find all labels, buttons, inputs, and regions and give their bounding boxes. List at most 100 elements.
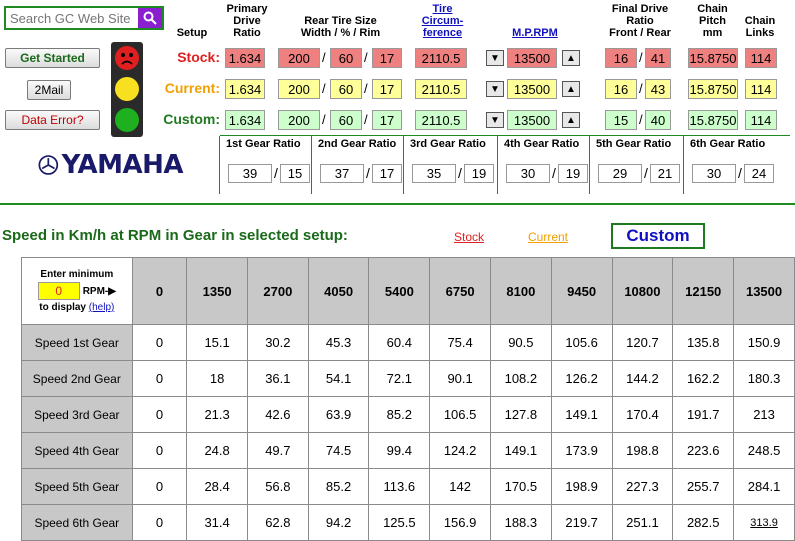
speed-cell: 124.2 bbox=[429, 432, 491, 469]
rpm-header-cell: 5400 bbox=[368, 257, 431, 325]
help-link[interactable]: (help) bbox=[89, 302, 115, 313]
custom-tire-percent[interactable]: 60 bbox=[330, 110, 362, 130]
speed-cell: 125.5 bbox=[368, 504, 431, 541]
current-rear-sprocket[interactable]: 43 bbox=[645, 79, 671, 99]
rpm-down-arrow-icon[interactable]: ▼ bbox=[486, 50, 504, 66]
speed-cell: 127.8 bbox=[489, 396, 552, 433]
rear-tire-subheader: Width / % / Rim bbox=[300, 27, 381, 39]
speed-cell: 56.8 bbox=[246, 468, 309, 505]
speed-cell: 24.8 bbox=[186, 432, 248, 469]
get-started-button[interactable]: Get Started bbox=[5, 48, 100, 68]
rpm-down-arrow-icon[interactable]: ▼ bbox=[486, 112, 504, 128]
gear-5-teeth-b[interactable]: 21 bbox=[650, 164, 680, 183]
gear-6-teeth-a[interactable]: 30 bbox=[692, 164, 736, 183]
mail-button[interactable]: 2Mail bbox=[27, 80, 71, 100]
table-row: Speed 4th Gear 0 24.8 49.7 74.5 99.4 124.2 149.… bbox=[21, 432, 795, 469]
current-chain-pitch[interactable]: 15.8750 bbox=[688, 79, 738, 99]
custom-chain-pitch[interactable]: 15.8750 bbox=[688, 110, 738, 130]
speed-cell: 62.8 bbox=[246, 504, 309, 541]
stock-mprpm[interactable]: 13500 bbox=[507, 48, 557, 68]
gear-speed-label: Speed 2nd Gear bbox=[21, 360, 133, 397]
current-tire-circumference[interactable]: 2110.5 bbox=[415, 79, 467, 99]
gear-top-border bbox=[220, 135, 790, 136]
speed-cell: 120.7 bbox=[611, 324, 674, 361]
gear-4-teeth-b[interactable]: 19 bbox=[558, 164, 588, 183]
custom-primary-ratio[interactable]: 1.634 bbox=[225, 110, 265, 130]
search-button[interactable] bbox=[138, 8, 162, 28]
current-tire-percent[interactable]: 60 bbox=[330, 79, 362, 99]
stock-tire-width[interactable]: 200 bbox=[278, 48, 320, 68]
rpm-up-arrow-icon[interactable]: ▲ bbox=[562, 50, 580, 66]
setup-header: Setup bbox=[176, 27, 208, 39]
speed-cell: 94.2 bbox=[307, 504, 370, 541]
custom-rim-size[interactable]: 17 bbox=[372, 110, 402, 130]
min-rpm-corner: Enter minimum 0 RPM-▶ to display (help) bbox=[21, 257, 133, 325]
gear-3-teeth-a[interactable]: 35 bbox=[412, 164, 456, 183]
custom-rear-sprocket[interactable]: 40 bbox=[645, 110, 671, 130]
table-body: Speed 1st Gear 0 15.1 30.2 45.3 60.4 75.4 90.5 1… bbox=[21, 324, 795, 541]
speed-cell: 105.6 bbox=[550, 324, 613, 361]
speed-cell: 18 bbox=[186, 360, 248, 397]
custom-tire-width[interactable]: 200 bbox=[278, 110, 320, 130]
custom-mprpm[interactable]: 13500 bbox=[507, 110, 557, 130]
gear-4-ratio-label: 4th Gear Ratio bbox=[504, 138, 580, 150]
speed-cell: 162.2 bbox=[672, 360, 735, 397]
current-front-sprocket[interactable]: 16 bbox=[605, 79, 637, 99]
data-error-button[interactable]: Data Error? bbox=[5, 110, 100, 130]
custom-front-sprocket[interactable]: 15 bbox=[605, 110, 637, 130]
current-link[interactable]: Current bbox=[528, 230, 568, 244]
current-mprpm[interactable]: 13500 bbox=[507, 79, 557, 99]
custom-button[interactable]: Custom bbox=[611, 223, 705, 249]
gear-2-teeth-b[interactable]: 17 bbox=[372, 164, 402, 183]
slash-separator: / bbox=[552, 165, 556, 181]
stock-rim-size[interactable]: 17 bbox=[372, 48, 402, 68]
custom-chain-links[interactable]: 114 bbox=[745, 110, 777, 130]
custom-tire-circumference[interactable]: 2110.5 bbox=[415, 110, 467, 130]
current-rim-size[interactable]: 17 bbox=[372, 79, 402, 99]
rpm-down-arrow-icon[interactable]: ▼ bbox=[486, 81, 504, 97]
stock-chain-pitch[interactable]: 15.8750 bbox=[688, 48, 738, 68]
rpm-header-cell: 1350 bbox=[186, 257, 248, 325]
stock-tire-percent[interactable]: 60 bbox=[330, 48, 362, 68]
gear-5-teeth-a[interactable]: 29 bbox=[598, 164, 642, 183]
current-primary-ratio[interactable]: 1.634 bbox=[225, 79, 265, 99]
mprpm-link[interactable]: M.P.RPM bbox=[500, 27, 570, 39]
stock-rear-sprocket[interactable]: 41 bbox=[645, 48, 671, 68]
current-tire-width[interactable]: 200 bbox=[278, 79, 320, 99]
rpm-up-arrow-icon[interactable]: ▲ bbox=[562, 81, 580, 97]
speed-cell: 251.1 bbox=[611, 504, 674, 541]
to-display-label: to display bbox=[39, 302, 86, 313]
gear-1-teeth-a[interactable]: 39 bbox=[228, 164, 272, 183]
speed-cell: 149.1 bbox=[489, 432, 552, 469]
tire-circumference-link[interactable]: Tire Circum- ference bbox=[415, 3, 470, 39]
gear-6-teeth-b[interactable]: 24 bbox=[744, 164, 774, 183]
rpm-arrow-label: RPM-▶ bbox=[82, 285, 116, 297]
min-rpm-input[interactable]: 0 bbox=[37, 282, 80, 300]
speed-cell: 150.9 bbox=[733, 324, 795, 361]
gear-2-teeth-a[interactable]: 37 bbox=[320, 164, 364, 183]
stock-tire-circumference[interactable]: 2110.5 bbox=[415, 48, 467, 68]
speed-cell: 156.9 bbox=[429, 504, 491, 541]
speed-cell: 85.2 bbox=[368, 396, 431, 433]
gear-4-teeth-a[interactable]: 30 bbox=[506, 164, 550, 183]
chain-pitch-header: Chain Pitch mm bbox=[697, 3, 728, 39]
speed-cell: 142 bbox=[429, 468, 491, 505]
stock-chain-links[interactable]: 114 bbox=[745, 48, 777, 68]
speed-cell: 284.1 bbox=[733, 468, 795, 505]
table-header-row: Enter minimum 0 RPM-▶ to display (help) … bbox=[21, 257, 795, 325]
rpm-up-arrow-icon[interactable]: ▲ bbox=[562, 112, 580, 128]
speed-cell: 54.1 bbox=[307, 360, 370, 397]
gear-divider bbox=[403, 136, 404, 194]
gear-3-teeth-b[interactable]: 19 bbox=[464, 164, 494, 183]
gear-1-teeth-b[interactable]: 15 bbox=[280, 164, 310, 183]
current-chain-links[interactable]: 114 bbox=[745, 79, 777, 99]
rpm-header-cell: 2700 bbox=[246, 257, 309, 325]
speed-cell: 135.8 bbox=[672, 324, 735, 361]
stock-front-sprocket[interactable]: 16 bbox=[605, 48, 637, 68]
speed-cell: 108.2 bbox=[489, 360, 552, 397]
stock-primary-ratio[interactable]: 1.634 bbox=[225, 48, 265, 68]
stock-link[interactable]: Stock bbox=[454, 230, 484, 244]
slash-separator: / bbox=[274, 165, 278, 181]
speed-cell: 173.9 bbox=[550, 432, 613, 469]
search-input[interactable] bbox=[8, 10, 142, 26]
